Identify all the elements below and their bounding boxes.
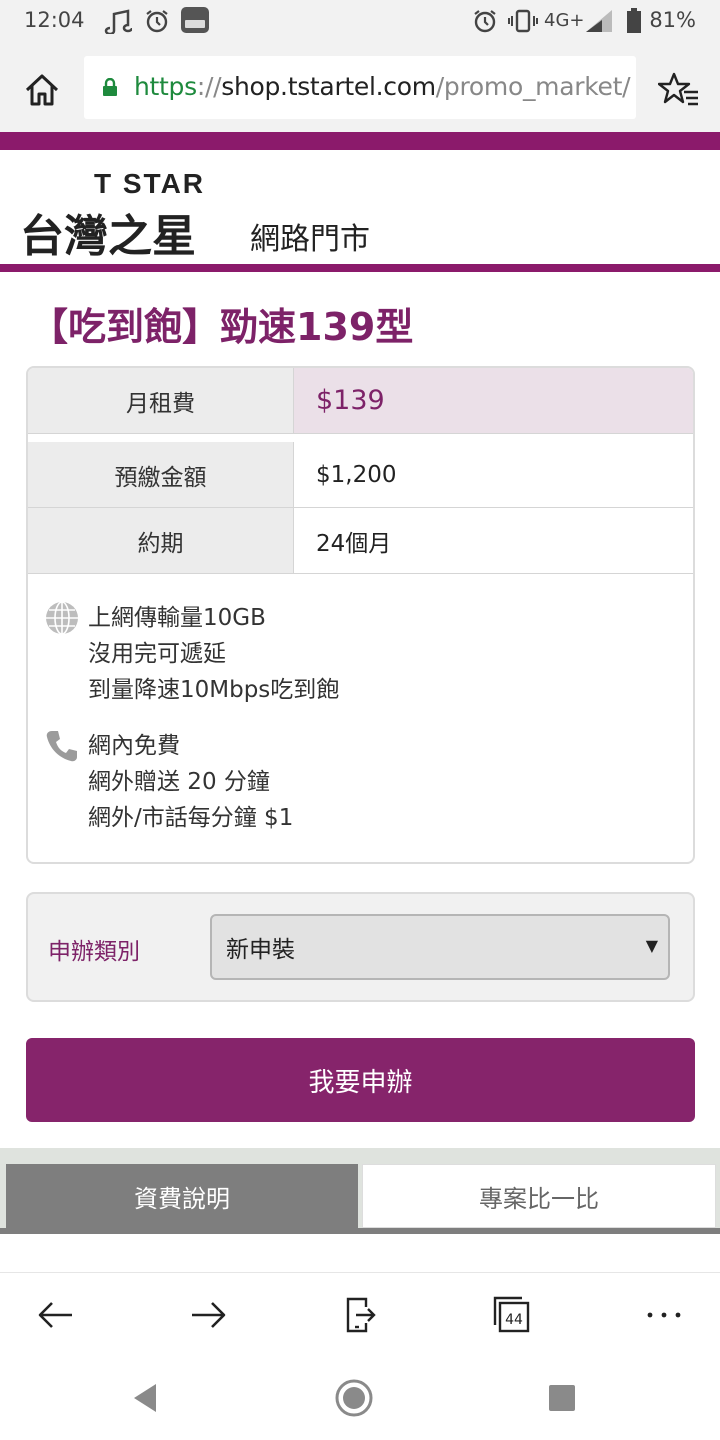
url-separator: :// xyxy=(196,72,222,101)
home-button[interactable] xyxy=(22,70,62,110)
plan-card: 月租費 $139 預繳金額 $1,200 約期 24個月 上網傳輸量10GB 沒… xyxy=(26,366,695,864)
monthly-fee-value: $139 xyxy=(294,368,693,433)
send-to-device-icon xyxy=(346,1297,376,1333)
browser-toolbar: 44 xyxy=(0,1272,720,1356)
url-scheme: https xyxy=(134,72,197,101)
star-list-icon xyxy=(657,72,698,106)
application-type-section: 申辦類別 新申裝 ▼ xyxy=(26,892,695,1002)
battery-icon xyxy=(626,8,642,39)
browser-url-bar: https://shop.tstartel.com/promo_market/ xyxy=(0,42,720,132)
data-feature-text: 上網傳輸量10GB 沒用完可遞延 到量降速10Mbps吃到飽 xyxy=(88,600,339,708)
arrow-left-icon xyxy=(38,1302,72,1328)
application-type-select[interactable]: 新申裝 ▼ xyxy=(210,914,670,980)
tab-compare-plans[interactable]: 專案比一比 xyxy=(362,1164,716,1228)
back-button[interactable] xyxy=(34,1293,78,1337)
data-feature-line: 到量降速10Mbps吃到飽 xyxy=(88,677,340,703)
nav-home-button[interactable] xyxy=(334,1378,374,1418)
logo-chinese: 台灣之星 xyxy=(20,211,196,262)
site-header: T STAR 台灣之星 網路門市 xyxy=(0,150,720,264)
store-name: 網路門市 xyxy=(250,222,370,257)
tabs-icon: 44 xyxy=(493,1296,530,1333)
triangle-back-icon xyxy=(134,1384,156,1412)
voice-feature-line: 網外贈送 20 分鐘 xyxy=(88,769,270,795)
arrow-right-icon xyxy=(192,1302,226,1328)
globe-icon xyxy=(44,600,82,638)
vibrate-icon xyxy=(508,8,538,39)
contract-row: 約期 24個月 xyxy=(28,508,693,574)
data-feature-line: 上網傳輸量10GB xyxy=(88,605,266,631)
network-type: 4G+ xyxy=(544,10,585,31)
application-type-label: 申辦類別 xyxy=(48,939,140,965)
header-top-stripe xyxy=(0,132,720,150)
phone-icon xyxy=(44,728,82,766)
contract-value: 24個月 xyxy=(316,530,392,557)
dropdown-arrow-icon: ▼ xyxy=(645,936,658,955)
tabs-button[interactable]: 44 xyxy=(490,1293,534,1337)
more-dots-icon xyxy=(647,1312,681,1318)
home-icon xyxy=(25,74,59,106)
voice-feature-line: 網內免費 xyxy=(88,733,180,759)
application-type-value: 新申裝 xyxy=(226,937,295,963)
circle-home-icon xyxy=(335,1379,373,1417)
favorites-button[interactable] xyxy=(657,70,700,110)
battery-percent: 81% xyxy=(649,8,696,32)
alarm-clock-icon-right xyxy=(472,8,498,39)
apply-button[interactable]: 我要申辦 xyxy=(26,1038,695,1122)
tab-rate-description[interactable]: 資費說明 xyxy=(6,1164,358,1228)
nav-recents-button[interactable] xyxy=(542,1378,582,1418)
nav-back-button[interactable] xyxy=(126,1378,166,1418)
signal-icon xyxy=(584,8,614,39)
voice-feature-text: 網內免費 網外贈送 20 分鐘 網外/市話每分鐘 $1 xyxy=(88,728,293,836)
monthly-fee-label: 月租費 xyxy=(28,368,294,433)
data-feature-line: 沒用完可遞延 xyxy=(88,641,226,667)
music-note-icon xyxy=(104,8,134,39)
status-bar: 12:04 4G+ 81% xyxy=(0,0,720,42)
square-recents-icon xyxy=(549,1385,575,1411)
monthly-fee-row: 月租費 $139 xyxy=(28,368,693,434)
header-bottom-stripe xyxy=(0,264,720,272)
url-path: /promo_market/ xyxy=(435,72,631,101)
more-menu-button[interactable] xyxy=(642,1293,686,1337)
myfone-app-icon xyxy=(180,6,210,39)
plan-title: 【吃到飽】勁速139型 xyxy=(30,305,414,349)
url-field[interactable]: https://shop.tstartel.com/promo_market/ xyxy=(84,56,636,119)
status-time: 12:04 xyxy=(24,8,85,32)
prepay-row: 預繳金額 $1,200 xyxy=(28,442,693,508)
contract-label: 約期 xyxy=(28,508,294,573)
alarm-clock-icon xyxy=(144,8,170,39)
system-nav-bar xyxy=(0,1356,720,1440)
url-host: shop.tstartel.com xyxy=(221,72,436,101)
tab-count: 44 xyxy=(505,1312,523,1328)
url-text: https://shop.tstartel.com/promo_market/ xyxy=(134,72,631,101)
tstar-logo[interactable]: T STAR 台灣之星 xyxy=(20,168,220,262)
prepay-label: 預繳金額 xyxy=(28,442,294,507)
tabs-area: 資費說明 專案比一比 xyxy=(0,1148,720,1234)
prepay-value: $1,200 xyxy=(316,461,397,488)
logo-english: T STAR xyxy=(94,168,206,199)
send-to-device-button[interactable] xyxy=(338,1293,382,1337)
lock-icon xyxy=(102,77,118,96)
forward-button[interactable] xyxy=(186,1293,230,1337)
voice-feature-line: 網外/市話每分鐘 $1 xyxy=(88,805,294,831)
tab-underline xyxy=(0,1228,720,1234)
